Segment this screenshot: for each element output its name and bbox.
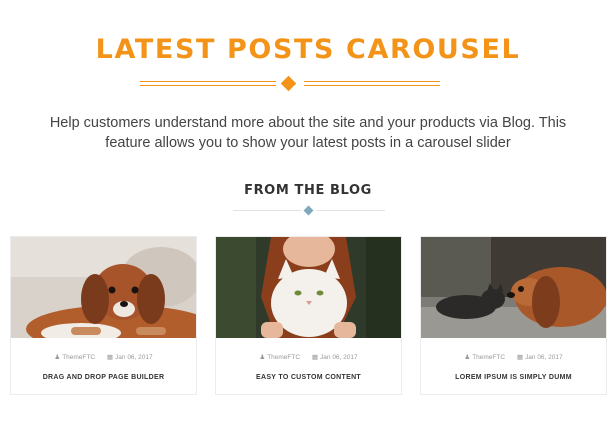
blog-post-card[interactable]: ♟ ThemeFTC ▦ Jan 06, 2017 EASY TO CUSTOM C…: [215, 236, 402, 395]
blog-ornament: [233, 205, 385, 217]
section-description: Help customers understand more about the…: [49, 115, 567, 151]
post-title[interactable]: EASY TO CUSTOM CONTENT: [216, 374, 401, 381]
post-date: ▦ Jan 06, 2017: [106, 354, 153, 361]
post-title[interactable]: DRAG AND DROP PAGE BUILDER: [11, 374, 196, 381]
user-icon: ♟: [259, 354, 266, 361]
blog-post-card[interactable]: ♟ ThemeFTC ▦ Jan 06, 2017 DRAG AND DROP PA…: [10, 236, 197, 395]
post-date: ▦ Jan 06, 2017: [516, 354, 563, 361]
blog-post-card[interactable]: ♟ ThemeFTC ▦ Jan 06, 2017 LOREM IPSUM IS S…: [420, 236, 607, 395]
post-title[interactable]: LOREM IPSUM IS SIMPLY DUMM: [421, 374, 606, 381]
post-meta: ♟ ThemeFTC ▦ Jan 06, 2017: [216, 353, 401, 361]
post-meta: ♟ ThemeFTC ▦ Jan 06, 2017: [421, 353, 606, 361]
puppy-photo[interactable]: [11, 237, 196, 338]
section-title: LATEST POSTS CAROUSEL: [95, 34, 521, 65]
dog-and-cat-photo[interactable]: [421, 237, 606, 338]
blog-heading: FROM THE BLOG: [244, 183, 372, 198]
post-author[interactable]: ♟ ThemeFTC: [259, 354, 300, 361]
calendar-icon: ▦: [516, 354, 524, 361]
title-ornament: [140, 75, 440, 95]
user-icon: ♟: [54, 354, 61, 361]
diamond-icon: [303, 205, 314, 216]
user-icon: ♟: [464, 354, 471, 361]
post-author[interactable]: ♟ ThemeFTC: [54, 354, 95, 361]
post-date: ▦ Jan 06, 2017: [311, 354, 358, 361]
post-meta: ♟ ThemeFTC ▦ Jan 06, 2017: [11, 353, 196, 361]
calendar-icon: ▦: [311, 354, 319, 361]
diamond-icon: [280, 75, 297, 92]
post-author[interactable]: ♟ ThemeFTC: [464, 354, 505, 361]
girl-with-cat-photo[interactable]: [216, 237, 401, 338]
calendar-icon: ▦: [106, 354, 114, 361]
